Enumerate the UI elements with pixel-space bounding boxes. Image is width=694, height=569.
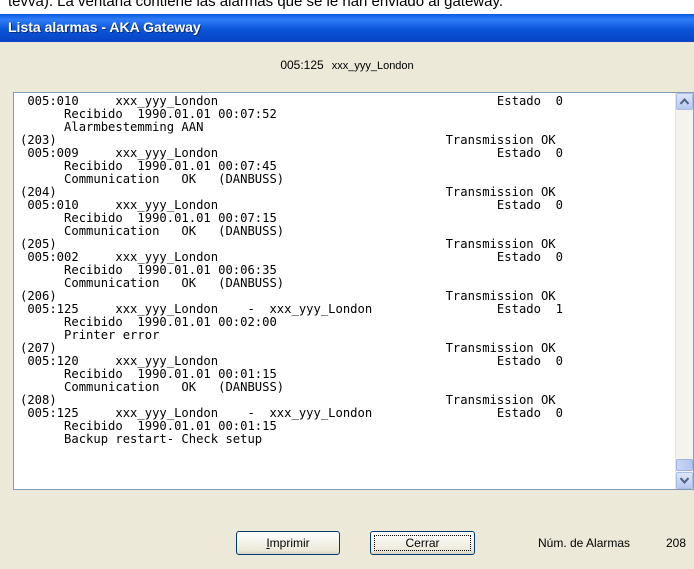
scroll-up-button[interactable] (676, 93, 693, 110)
device-name: xxx_yyy_London (331, 60, 414, 72)
alarm-count-value: 208 (666, 536, 687, 550)
print-button[interactable]: Imprimir (236, 531, 340, 555)
title-bar[interactable]: Lista alarmas - AKA Gateway (0, 14, 694, 42)
scroll-down-button[interactable] (676, 472, 693, 489)
background-text: tevva). La ventana contiene las alarmas … (8, 0, 504, 10)
background-text-strip: tevva). La ventana contiene las alarmas … (0, 0, 694, 14)
alarm-lines: 005:010 xxx_yyy_London Estado 0 Recibido… (20, 95, 670, 446)
alarm-line: Backup restart- Check setup (20, 432, 263, 446)
window-title: Lista alarmas - AKA Gateway (8, 19, 201, 35)
focus-ring (374, 535, 471, 551)
alarm-count-label: Núm. de Alarmas (538, 536, 631, 550)
device-code: 005:125 (280, 58, 324, 72)
arrow-up-icon (680, 98, 689, 105)
scroll-thumb[interactable] (676, 459, 693, 471)
close-button[interactable]: Cerrar (370, 531, 475, 555)
device-header: 005:125 xxx_yyy_London (0, 58, 694, 72)
arrow-down-icon (680, 477, 689, 484)
alarm-list[interactable]: 005:010 xxx_yyy_London Estado 0 Recibido… (13, 92, 694, 490)
print-label: mprimir (269, 536, 310, 550)
vertical-scrollbar[interactable] (675, 93, 693, 489)
